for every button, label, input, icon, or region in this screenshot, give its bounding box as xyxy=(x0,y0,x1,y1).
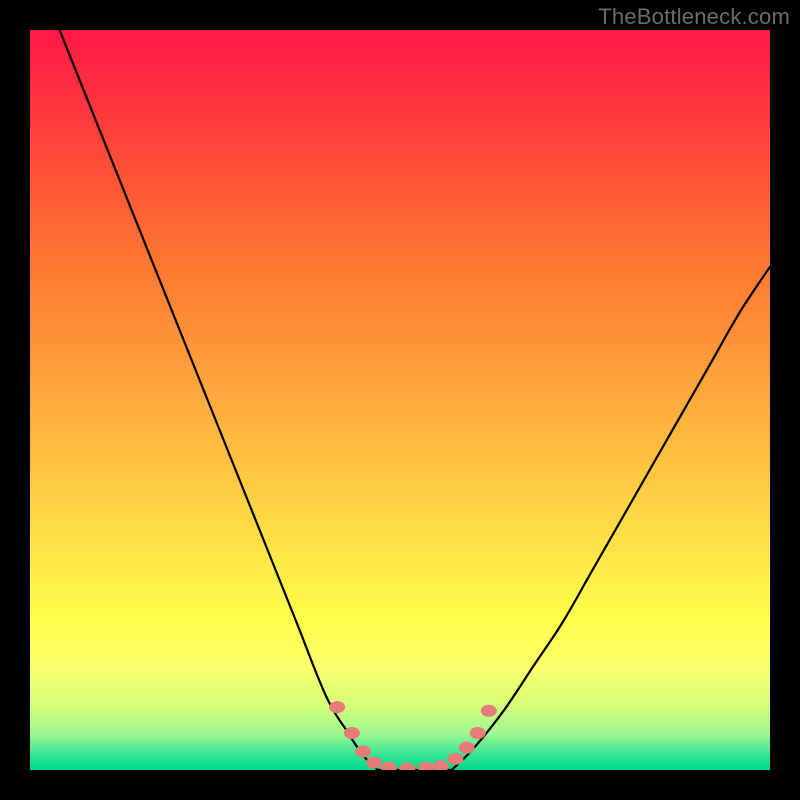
plot-area xyxy=(30,30,770,770)
marker-dot xyxy=(355,746,371,758)
watermark-text: TheBottleneck.com xyxy=(598,4,790,30)
chart-frame: TheBottleneck.com xyxy=(0,0,800,800)
marker-dot xyxy=(418,762,434,770)
marker-dot xyxy=(433,760,449,770)
marker-dot xyxy=(399,763,415,770)
marker-dot xyxy=(366,757,382,769)
marker-dot xyxy=(381,762,397,770)
highlight-markers xyxy=(329,701,497,770)
marker-dot xyxy=(448,753,464,765)
marker-dot xyxy=(344,727,360,739)
curve-svg xyxy=(30,30,770,770)
curve-left xyxy=(60,30,378,770)
marker-dot xyxy=(481,705,497,717)
marker-dot xyxy=(470,727,486,739)
marker-dot xyxy=(329,701,345,713)
curve-right xyxy=(452,267,770,770)
marker-dot xyxy=(459,742,475,754)
